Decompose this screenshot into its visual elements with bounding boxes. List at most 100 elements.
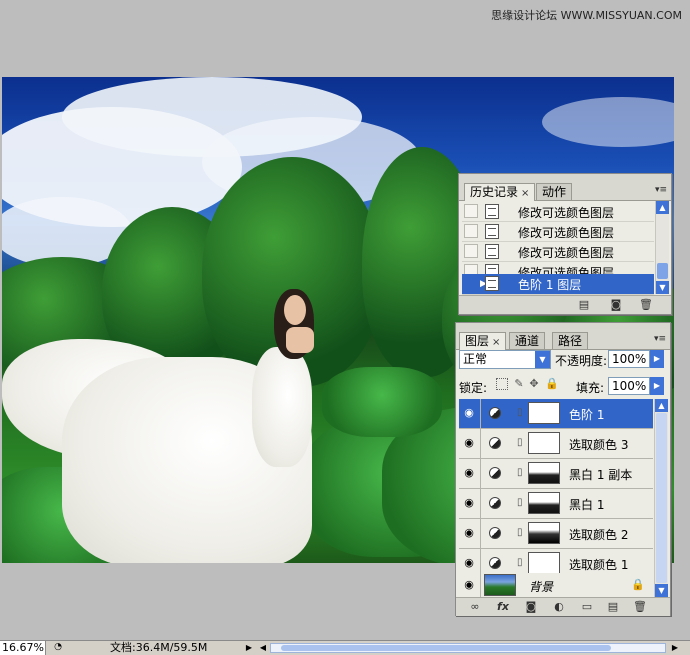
tab-paths[interactable]: 路径	[552, 332, 589, 349]
scroll-down-icon[interactable]: ▼	[656, 281, 669, 294]
visibility-eye-icon[interactable]: ◉	[461, 436, 477, 450]
layers-tab-bar: 图层 × 通道 路径 ▾≡	[456, 329, 670, 350]
layer-name: 黑白 1 副本	[569, 468, 633, 482]
lock-position-icon[interactable]: ✥	[528, 378, 540, 390]
layer-thumbnail[interactable]	[484, 574, 516, 596]
scroll-down-icon[interactable]: ▼	[655, 584, 668, 597]
layer-mask-thumbnail[interactable]	[528, 402, 560, 424]
visibility-eye-icon[interactable]: ◉	[461, 578, 477, 592]
scroll-up-icon[interactable]: ▲	[656, 201, 669, 214]
visibility-eye-icon[interactable]: ◉	[461, 556, 477, 570]
history-panel: 历史记录 × 动作 ▾≡ 修改可选颜色图层 修改可选颜色图层 修改可选颜色图层 修…	[458, 173, 672, 315]
document-size-info: 文档:36.4M/59.5M	[110, 641, 208, 654]
layer-name: 黑白 1	[569, 498, 605, 512]
blend-mode-value: 正常	[463, 352, 488, 366]
status-menu-arrow-icon[interactable]: ▶	[244, 642, 254, 654]
tab-paths-label: 路径	[558, 334, 583, 348]
lock-label: 锁定:	[459, 381, 488, 395]
new-layer-icon[interactable]: ▤	[606, 601, 620, 613]
layer-row[interactable]: ◉ ▯ 黑白 1 副本	[459, 459, 653, 489]
layer-mask-thumbnail[interactable]	[528, 552, 560, 574]
history-item[interactable]: 修改可选颜色图层	[462, 202, 654, 222]
new-adjustment-layer-icon[interactable]: ◐	[552, 601, 566, 613]
chevron-down-icon[interactable]: ▼	[535, 351, 550, 368]
scroll-thumb[interactable]	[656, 413, 667, 583]
opacity-label: 不透明度:	[555, 354, 608, 368]
opacity-input[interactable]: 100%	[608, 350, 650, 368]
layers-bottom-bar: ∞ fx ◙ ◐ ▭ ▤ 🗑	[456, 597, 670, 616]
scroll-up-icon[interactable]: ▲	[655, 399, 668, 412]
new-snapshot-icon[interactable]: ◙	[609, 299, 623, 311]
link-chain-icon[interactable]: ▯	[517, 527, 523, 538]
adjustment-layer-icon	[489, 437, 501, 449]
link-chain-icon[interactable]: ▯	[517, 437, 523, 448]
history-brush-source-checkbox[interactable]	[464, 224, 478, 238]
fill-slider-arrow-icon[interactable]: ▶	[650, 377, 664, 395]
history-scrollbar[interactable]: ▲ ▼	[655, 201, 669, 294]
panel-menu-icon[interactable]: ▾≡	[653, 333, 667, 345]
link-chain-icon[interactable]: ▯	[517, 407, 523, 418]
horizontal-scroll-thumb[interactable]	[281, 645, 611, 651]
row-divider	[480, 459, 481, 488]
tab-layers[interactable]: 图层 ×	[459, 332, 507, 350]
link-chain-icon[interactable]: ▯	[517, 497, 523, 508]
history-item[interactable]: 修改可选颜色图层	[462, 222, 654, 242]
visibility-eye-icon[interactable]: ◉	[461, 406, 477, 420]
layers-scrollbar[interactable]: ▲ ▼	[654, 399, 668, 597]
status-info-icon[interactable]: ◔	[52, 642, 64, 653]
new-document-from-state-icon[interactable]: ▤	[577, 299, 591, 311]
tab-actions[interactable]: 动作	[536, 183, 573, 200]
scroll-right-icon[interactable]: ▶	[670, 642, 680, 654]
status-bar: 16.67% ◔ 文档:36.4M/59.5M ▶ ◀ ▶	[0, 640, 690, 655]
trash-icon[interactable]: 🗑	[639, 299, 653, 311]
layer-mask-thumbnail[interactable]	[528, 462, 560, 484]
panel-menu-icon[interactable]: ▾≡	[654, 184, 668, 196]
visibility-eye-icon[interactable]: ◉	[461, 526, 477, 540]
layer-name: 选取颜色 1	[569, 558, 629, 572]
tab-channels[interactable]: 通道	[509, 332, 546, 349]
zoom-level-field[interactable]: 16.67%	[0, 641, 46, 655]
horizontal-scrollbar[interactable]	[270, 643, 666, 653]
visibility-eye-icon[interactable]: ◉	[461, 496, 477, 510]
layer-name: 选取颜色 3	[569, 438, 629, 452]
lock-all-icon[interactable]: 🔒	[545, 378, 559, 390]
layer-mask-thumbnail[interactable]	[528, 432, 560, 454]
history-brush-source-checkbox[interactable]	[464, 244, 478, 258]
link-chain-icon[interactable]: ▯	[517, 467, 523, 478]
history-brush-source-checkbox[interactable]	[464, 204, 478, 218]
history-item-selected[interactable]: ▶ 色阶 1 图层	[462, 274, 654, 295]
layer-row[interactable]: ◉ ▯ 色阶 1	[459, 399, 653, 429]
visibility-eye-icon[interactable]: ◉	[461, 466, 477, 480]
layer-row[interactable]: ◉ 背景 🔒	[459, 573, 653, 598]
history-state-icon	[485, 204, 499, 219]
history-state-icon	[485, 276, 499, 291]
layer-row[interactable]: ◉ ▯ 选取颜色 3	[459, 429, 653, 459]
history-brush-source-checkbox[interactable]	[464, 276, 478, 290]
layer-style-fx-icon[interactable]: fx	[496, 601, 510, 613]
blend-mode-select[interactable]: 正常 ▼	[459, 350, 551, 369]
layer-name: 选取颜色 2	[569, 528, 629, 542]
fill-input[interactable]: 100%	[608, 377, 650, 395]
history-item[interactable]: 修改可选颜色图层	[462, 242, 654, 262]
history-state-icon	[485, 244, 499, 259]
layer-row[interactable]: ◉ ▯ 选取颜色 2	[459, 519, 653, 549]
new-group-folder-icon[interactable]: ▭	[580, 601, 594, 613]
tab-history[interactable]: 历史记录 ×	[464, 183, 536, 201]
add-layer-mask-icon[interactable]: ◙	[524, 601, 538, 613]
scroll-thumb[interactable]	[657, 263, 668, 279]
layer-mask-thumbnail[interactable]	[528, 492, 560, 514]
opacity-slider-arrow-icon[interactable]: ▶	[650, 350, 664, 368]
close-icon[interactable]: ×	[521, 188, 529, 199]
lock-transparent-pixels-icon[interactable]	[496, 378, 508, 390]
layer-mask-thumbnail[interactable]	[528, 522, 560, 544]
scroll-left-icon[interactable]: ◀	[258, 642, 268, 654]
layer-row[interactable]: ◉ ▯ 黑白 1	[459, 489, 653, 519]
history-item-label: 修改可选颜色图层	[518, 206, 615, 220]
trash-icon[interactable]: 🗑	[633, 601, 647, 613]
lock-image-pixels-icon[interactable]: ✎	[513, 378, 525, 390]
tab-channels-label: 通道	[515, 334, 540, 348]
adjustment-layer-icon	[489, 557, 501, 569]
link-chain-icon[interactable]: ▯	[517, 557, 523, 568]
close-icon[interactable]: ×	[492, 337, 500, 348]
link-layers-icon[interactable]: ∞	[468, 601, 482, 613]
